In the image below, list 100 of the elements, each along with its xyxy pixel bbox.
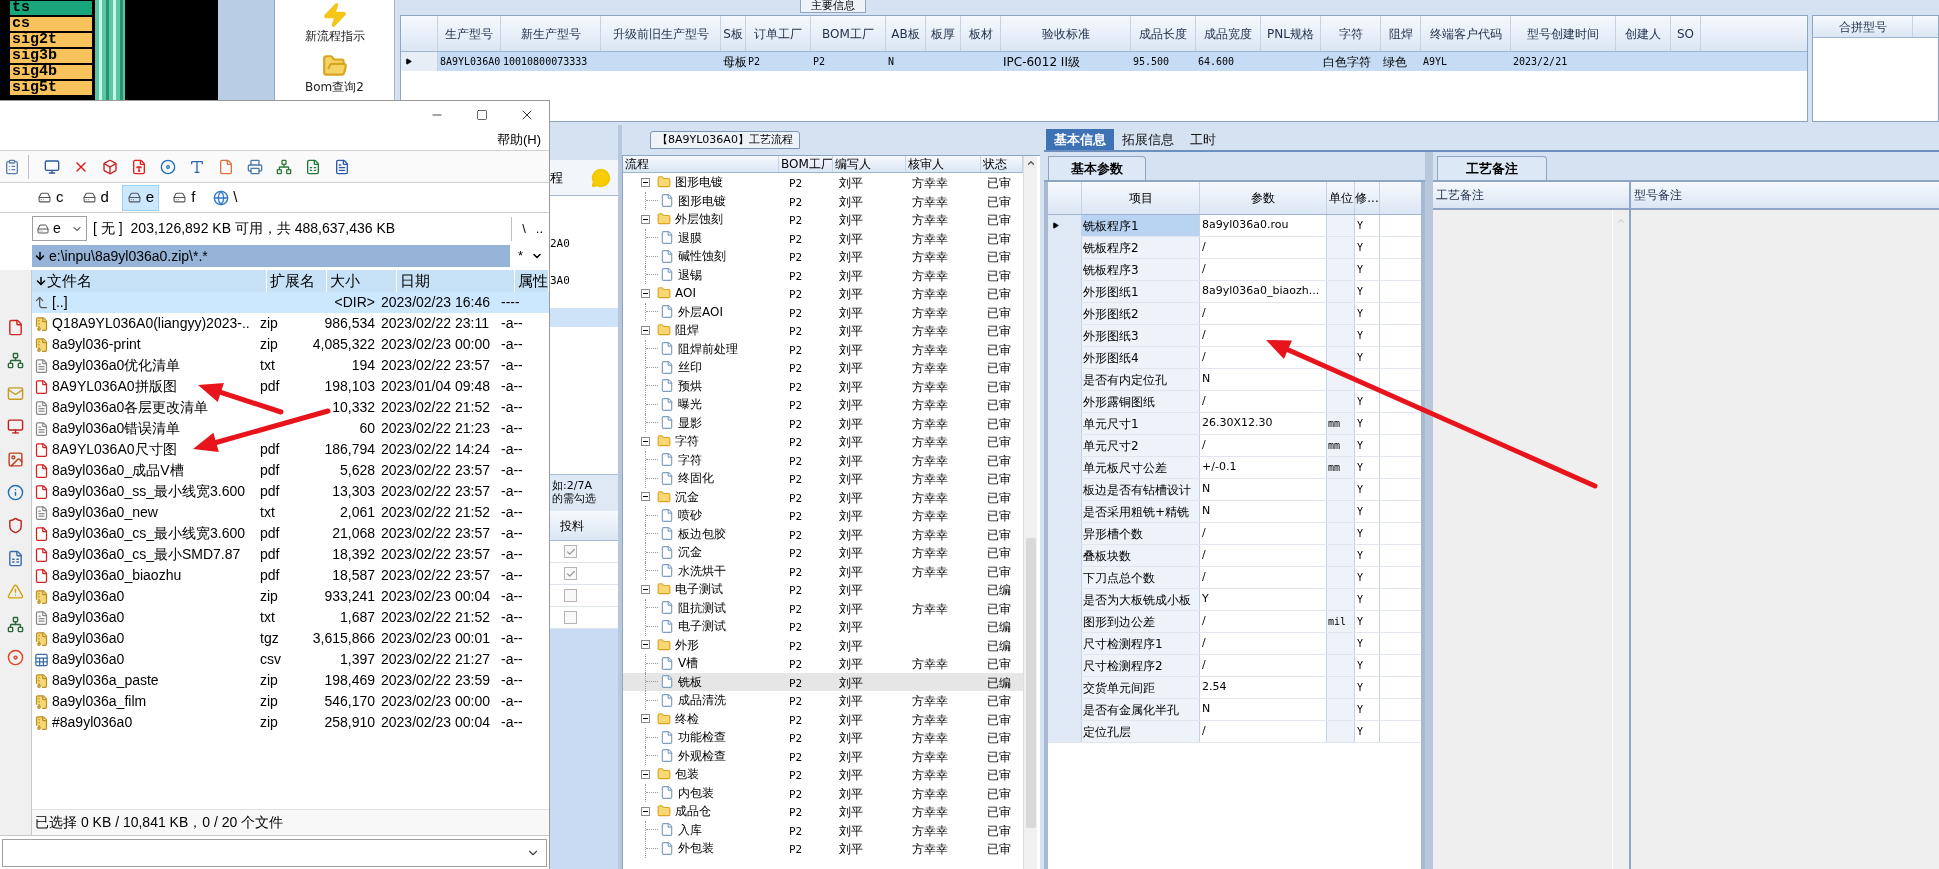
column-header[interactable]: 字符 <box>1321 16 1381 51</box>
table-row[interactable]: 单元尺寸1 26.30X12.30 mm Y <box>1048 413 1421 435</box>
list-item[interactable]: 2A0 <box>550 234 618 253</box>
tree-row[interactable]: 图形电镀 P2 刘平 方幸幸 已审 <box>623 173 1023 192</box>
drive-button[interactable]: \ <box>208 184 243 211</box>
tree-row[interactable]: 阻焊前处理 P2 刘平 方幸幸 已审 <box>623 339 1023 358</box>
column-header[interactable]: 编写人 <box>833 156 906 172</box>
table-row[interactable]: 板边是否有钻槽设计 N Y <box>1048 479 1421 501</box>
column-header[interactable]: 流程 <box>623 156 779 172</box>
table-row[interactable]: 外形图纸3 / Y <box>1048 325 1421 347</box>
tree-row[interactable]: 成品仓 P2 刘平 方幸幸 已审 <box>623 802 1023 821</box>
file-row[interactable]: 8A9YL036A0尺寸图 pdf 186,794 2023/02/22 14:24 -a-- <box>32 439 549 460</box>
tree-row[interactable]: 沉金 P2 刘平 方幸幸 已审 <box>623 543 1023 562</box>
tree-row[interactable]: 板边包胶 P2 刘平 方幸幸 已审 <box>623 524 1023 543</box>
file-row[interactable]: 8a9yl036a0_成品V槽 pdf 5,628 2023/02/22 23:57 -a-- <box>32 460 549 481</box>
tree-row[interactable]: 电子测试 P2 刘平 已编 <box>623 580 1023 599</box>
file-row[interactable]: 8a9yl036a0 tgz 3,615,866 2023/02/23 00:01 -a-- <box>32 628 549 649</box>
file-row[interactable]: 8a9yl036-print zip 4,085,322 2023/02/23 00:00 -a-- <box>32 334 549 355</box>
tree-row[interactable]: 显影 P2 刘平 方幸幸 已审 <box>623 413 1023 432</box>
tree-row[interactable]: 终固化 P2 刘平 方幸幸 已审 <box>623 469 1023 488</box>
table-row[interactable]: 外形图纸1 8a9yl036a0_biaozh... Y <box>1048 281 1421 303</box>
scroll-bar[interactable] <box>1023 156 1037 869</box>
column-header[interactable]: 成品长度 <box>1131 16 1196 51</box>
tree-row[interactable]: 外包装 P2 刘平 方幸幸 已审 <box>623 839 1023 858</box>
file-row[interactable]: 8a9yl036a0错误清单 60 2023/02/22 21:23 -a-- <box>32 418 549 439</box>
tree-row[interactable]: 铣板 P2 刘平 已编 <box>623 672 1023 691</box>
signal-label[interactable]: sig3b <box>10 49 92 63</box>
command-field[interactable] <box>2 838 547 867</box>
side-tool-button[interactable] <box>6 648 25 666</box>
side-tool-button[interactable] <box>6 318 25 336</box>
filter-button[interactable]: * <box>518 246 524 266</box>
column-header[interactable]: 板厚 <box>926 16 961 51</box>
table-row[interactable]: 异形槽个数 / Y <box>1048 523 1421 545</box>
file-row[interactable]: 8a9yl036a0 zip 933,241 2023/02/23 00:04 -a-- <box>32 586 549 607</box>
table-row[interactable]: 叠板块数 / Y <box>1048 545 1421 567</box>
nav-button[interactable]: \ <box>522 218 526 239</box>
tree-row[interactable]: 终检 P2 刘平 方幸幸 已审 <box>623 709 1023 728</box>
checkbox[interactable] <box>564 567 577 580</box>
file-row[interactable]: 8A9YL036A0拼版图 pdf 198,103 2023/01/04 09:48 -a-- <box>32 376 549 397</box>
tab[interactable]: 工艺备注 <box>1437 156 1547 180</box>
scroll-thumb[interactable] <box>1025 538 1036 828</box>
collapse-toggle[interactable] <box>641 214 650 224</box>
side-tool-button[interactable] <box>6 483 25 501</box>
column-header[interactable]: 项目 <box>1082 182 1200 214</box>
file-row[interactable]: 8a9yl036a0_biaozhu pdf 18,587 2023/02/22 23:57 -a-- <box>32 565 549 586</box>
collapse-toggle[interactable] <box>641 714 650 724</box>
table-row[interactable]: 外形露铜图纸 / Y <box>1048 391 1421 413</box>
column-header[interactable]: 订单工厂 <box>746 16 811 51</box>
table-row[interactable]: 铣板程序1 8a9yl036a0.rou Y <box>1048 215 1421 237</box>
collapse-toggle[interactable] <box>641 177 650 187</box>
tab[interactable]: 工时 <box>1182 129 1224 150</box>
signal-label[interactable]: cs <box>10 17 92 31</box>
path-field[interactable]: e:\inpu\8a9yl036a0.zip\*.* <box>32 245 510 267</box>
drive-button[interactable]: f <box>167 184 201 211</box>
column-header[interactable]: 核审人 <box>906 156 981 172</box>
tree-row[interactable]: 丝印 P2 刘平 方幸幸 已审 <box>623 358 1023 377</box>
table-row[interactable]: 单元板尺寸公差 +/-0.1 mm Y <box>1048 457 1421 479</box>
tree-row[interactable]: 阻抗测试 P2 刘平 方幸幸 已审 <box>623 598 1023 617</box>
column-header[interactable]: 阻焊 <box>1381 16 1421 51</box>
file-row[interactable]: 8a9yl036a0_new txt 2,061 2023/02/22 21:52 -a-- <box>32 502 549 523</box>
table-row[interactable]: 是否采用粗铣+精铣 N Y <box>1048 501 1421 523</box>
column-header[interactable]: 终端客户代码 <box>1421 16 1511 51</box>
table-row[interactable]: 是否有金属化半孔 N Y <box>1048 699 1421 721</box>
table-row[interactable]: 是否有内定位孔 N <box>1048 369 1421 391</box>
column-header[interactable]: 参数 <box>1200 182 1327 214</box>
file-row[interactable]: 8a9yl036a0_cs_最小线宽3.600 pdf 21,068 2023/02/22 23:57 -a-- <box>32 523 549 544</box>
collapse-toggle[interactable] <box>641 325 650 335</box>
tree-row[interactable]: 水洗烘干 P2 刘平 方幸幸 已审 <box>623 561 1023 580</box>
side-tool-button[interactable] <box>6 351 25 369</box>
file-row[interactable]: [..] <DIR> 2023/02/23 16:46 ---- <box>32 292 549 313</box>
column-header[interactable]: 生产型号 <box>438 16 501 51</box>
checkbox[interactable] <box>564 611 577 624</box>
collapse-toggle[interactable] <box>641 584 650 594</box>
scroll-bar[interactable] <box>95 0 125 100</box>
drive-select[interactable]: e <box>32 216 87 241</box>
column-header[interactable]: 升级前旧生产型号 <box>601 16 721 51</box>
tree-row[interactable]: 沉金 P2 刘平 方幸幸 已审 <box>623 487 1023 506</box>
tree-row[interactable]: 电子测试 P2 刘平 已编 <box>623 617 1023 636</box>
file-row[interactable]: 8a9yl036a0各层更改清单 10,332 2023/02/22 21:52 -a-- <box>32 397 549 418</box>
tree-row[interactable]: 内包装 P2 刘平 方幸幸 已审 <box>623 783 1023 802</box>
table-row[interactable]: 图形到边公差 / mil Y <box>1048 611 1421 633</box>
file-row[interactable]: 8a9yl036a0优化清单 txt 194 2023/02/22 23:57 -a-- <box>32 355 549 376</box>
table-row[interactable]: 是否为大板铣成小板 Y Y <box>1048 589 1421 611</box>
signal-label[interactable]: ts <box>10 1 92 15</box>
collapse-toggle[interactable] <box>641 769 650 779</box>
tab[interactable]: 拓展信息 <box>1114 129 1182 150</box>
tree-row[interactable]: 喷砂 P2 刘平 方幸幸 已审 <box>623 506 1023 525</box>
tree-row[interactable]: 外层蚀刻 P2 刘平 方幸幸 已审 <box>623 210 1023 229</box>
file-row[interactable]: 8a9yl036a0 txt 1,687 2023/02/22 21:52 -a-- <box>32 607 549 628</box>
table-row[interactable]: 交货单元间距 2.54 Y <box>1048 677 1421 699</box>
side-tool-button[interactable] <box>6 417 25 435</box>
column-header[interactable]: PNL规格 <box>1261 16 1321 51</box>
toolbar-button[interactable]: 新流程指示 <box>300 0 369 45</box>
nav-button[interactable]: .. <box>535 218 543 239</box>
collapse-toggle[interactable] <box>641 806 650 816</box>
tree-row[interactable]: 外形 P2 刘平 已编 <box>623 635 1023 654</box>
file-row[interactable]: 8a9yl036a0_cs_最小SMD7.87 pdf 18,392 2023/02/22 23:57 -a-- <box>32 544 549 565</box>
column-header[interactable]: 修... <box>1355 182 1380 214</box>
table-row[interactable]: 外形图纸4 / Y <box>1048 347 1421 369</box>
side-tool-button[interactable] <box>6 516 25 534</box>
